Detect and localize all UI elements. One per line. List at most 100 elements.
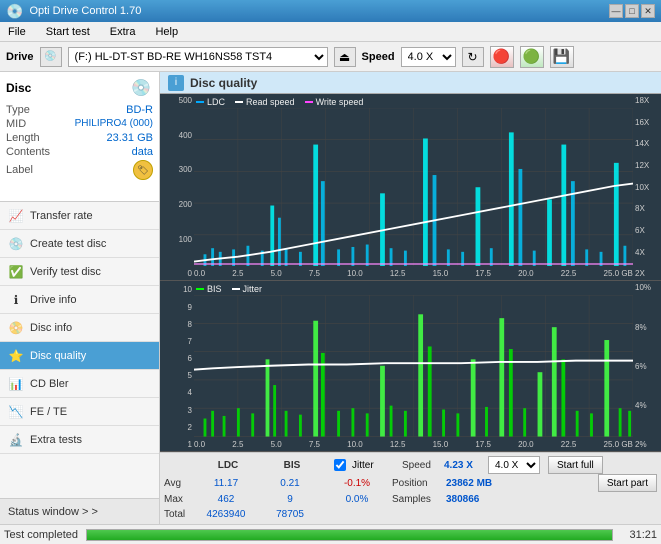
total-ldc: 4263940 <box>196 509 256 520</box>
stats-panel: LDC BIS Jitter Speed 4.23 X 4.0 X Start … <box>160 452 661 524</box>
total-bis: 78705 <box>260 509 320 520</box>
sidebar-item-transfer-rate[interactable]: 📈 Transfer rate <box>0 202 159 230</box>
toolbar-btn-1[interactable]: 🔴 <box>490 46 514 68</box>
drive-info-label: Drive info <box>30 294 76 306</box>
toolbar-btn-2[interactable]: 🟢 <box>520 46 544 68</box>
jitter-color <box>232 288 240 290</box>
speed-select-stats[interactable]: 4.0 X <box>488 456 540 474</box>
position-value: 23862 MB <box>446 478 506 489</box>
disc-contents-row: Contents data <box>6 146 153 158</box>
total-label: Total <box>164 509 192 520</box>
chart2-svg <box>194 295 633 437</box>
disc-label-label: Label <box>6 164 33 176</box>
position-label: Position <box>392 478 442 489</box>
disc-info-icon: 📀 <box>8 320 24 336</box>
disc-quality-header-icon: i <box>168 75 184 91</box>
jitter-label: Jitter <box>352 460 392 471</box>
menu-start-test[interactable]: Start test <box>42 25 94 39</box>
transfer-rate-icon: 📈 <box>8 208 24 224</box>
progress-bar-fill <box>87 530 612 540</box>
fe-te-icon: 📉 <box>8 404 24 420</box>
max-jitter: 0.0% <box>332 494 382 505</box>
cd-bler-label: CD Bler <box>30 378 69 390</box>
chart2-x-axis: 0.02.55.07.510.012.515.017.520.022.525.0… <box>194 437 633 451</box>
title-bar: 💿 Opti Drive Control 1.70 — □ ✕ <box>0 0 661 22</box>
toolbar-btn-3[interactable]: 💾 <box>550 46 574 68</box>
disc-type-row: Type BD-R <box>6 104 153 116</box>
legend-jitter: Jitter <box>232 284 263 294</box>
disc-panel-header: Disc 💿 <box>6 76 153 100</box>
speed-label: Speed <box>402 460 440 471</box>
speed-select[interactable]: 4.0 X <box>401 47 456 67</box>
jitter-checkbox[interactable] <box>334 459 346 471</box>
menu-file[interactable]: File <box>4 25 30 39</box>
disc-quality-header: i Disc quality <box>160 72 661 94</box>
menu-help[interactable]: Help <box>151 25 182 39</box>
sidebar-item-verify-test-disc[interactable]: ✅ Verify test disc <box>0 258 159 286</box>
sidebar-item-create-test-disc[interactable]: 💿 Create test disc <box>0 230 159 258</box>
legend-bis-label: BIS <box>207 284 222 294</box>
legend-ldc: LDC <box>196 97 225 107</box>
disc-length-label: Length <box>6 132 40 144</box>
label-icon[interactable]: 🏷 <box>133 160 153 180</box>
disc-type-value: BD-R <box>126 104 153 116</box>
disc-quality-label: Disc quality <box>30 350 86 362</box>
disc-panel: Disc 💿 Type BD-R MID PHILIPRO4 (000) Len… <box>0 72 159 202</box>
cd-bler-icon: 📊 <box>8 376 24 392</box>
menu-extra[interactable]: Extra <box>106 25 140 39</box>
chart1-legend: LDC Read speed Write speed <box>196 97 363 107</box>
samples-label: Samples <box>392 494 442 505</box>
sidebar-item-fe-te[interactable]: 📉 FE / TE <box>0 398 159 426</box>
sidebar-item-cd-bler[interactable]: 📊 CD Bler <box>0 370 159 398</box>
bis-header: BIS <box>262 460 322 471</box>
sidebar-item-disc-quality[interactable]: ⭐ Disc quality <box>0 342 159 370</box>
eject-button[interactable]: ⏏ <box>334 47 356 67</box>
charts-area: LDC Read speed Write speed 5004003002001… <box>160 94 661 452</box>
transfer-rate-label: Transfer rate <box>30 210 93 222</box>
legend-read-speed-label: Read speed <box>246 97 295 107</box>
avg-jitter: -0.1% <box>332 478 382 489</box>
disc-length-value: 23.31 GB <box>107 132 153 144</box>
maximize-button[interactable]: □ <box>625 4 639 18</box>
extra-tests-label: Extra tests <box>30 434 82 446</box>
start-full-button[interactable]: Start full <box>548 456 603 474</box>
chart2-legend: BIS Jitter <box>196 284 262 294</box>
content-area: i Disc quality LDC Read speed <box>160 72 661 524</box>
disc-contents-value: data <box>132 146 153 158</box>
status-text: Test completed <box>4 529 78 541</box>
stats-row3: Max 462 9 0.0% Samples 380866 <box>164 491 657 507</box>
sidebar-item-extra-tests[interactable]: 🔬 Extra tests <box>0 426 159 454</box>
sidebar-item-disc-info[interactable]: 📀 Disc info <box>0 314 159 342</box>
drive-icon-btn[interactable]: 💿 <box>40 47 62 67</box>
disc-mid-value: PHILIPRO4 (000) <box>75 118 153 130</box>
drive-info-icon: ℹ <box>8 292 24 308</box>
ldc-color <box>196 101 204 103</box>
disc-quality-icon: ⭐ <box>8 348 24 364</box>
legend-jitter-label: Jitter <box>243 284 263 294</box>
speed-value: 4.23 X <box>444 460 484 471</box>
status-window-button[interactable]: Status window > > <box>0 498 159 524</box>
title-bar-left: 💿 Opti Drive Control 1.70 <box>6 3 141 20</box>
ldc-header: LDC <box>198 460 258 471</box>
avg-label: Avg <box>164 478 192 489</box>
start-part-button[interactable]: Start part <box>598 474 657 492</box>
chart-ldc: LDC Read speed Write speed 5004003002001… <box>160 94 661 281</box>
main-area: Disc 💿 Type BD-R MID PHILIPRO4 (000) Len… <box>0 72 661 524</box>
legend-write-speed: Write speed <box>305 97 364 107</box>
sidebar: Disc 💿 Type BD-R MID PHILIPRO4 (000) Len… <box>0 72 160 524</box>
minimize-button[interactable]: — <box>609 4 623 18</box>
status-window-label: Status window > > <box>8 506 98 518</box>
refresh-button[interactable]: ↻ <box>462 47 484 67</box>
close-button[interactable]: ✕ <box>641 4 655 18</box>
drive-select[interactable]: (F:) HL-DT-ST BD-RE WH16NS58 TST4 <box>68 47 328 67</box>
fe-te-label: FE / TE <box>30 406 67 418</box>
samples-value: 380866 <box>446 494 506 505</box>
legend-bis: BIS <box>196 284 222 294</box>
legend-ldc-label: LDC <box>207 97 225 107</box>
stats-row4: Total 4263940 78705 <box>164 507 657 522</box>
disc-contents-label: Contents <box>6 146 50 158</box>
read-speed-color <box>235 101 243 103</box>
chart1-x-axis: 0.02.55.07.510.012.515.017.520.022.525.0… <box>194 266 633 280</box>
disc-mid-label: MID <box>6 118 26 130</box>
sidebar-item-drive-info[interactable]: ℹ Drive info <box>0 286 159 314</box>
